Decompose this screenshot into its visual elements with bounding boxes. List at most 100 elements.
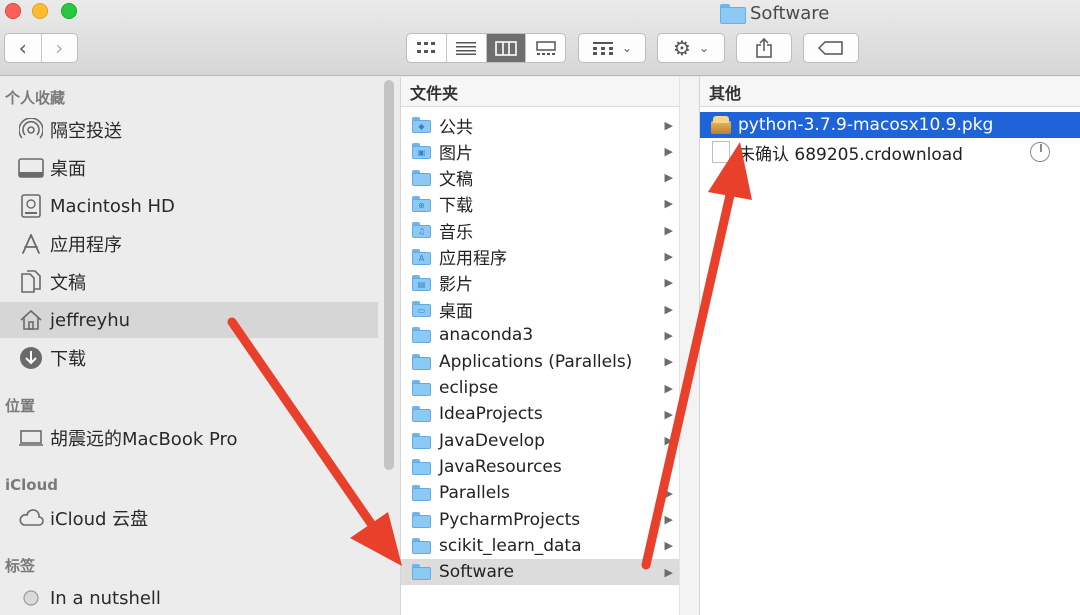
favorites-header: 个人收藏: [5, 89, 66, 107]
sidebar-item-label: 胡震远的MacBook Pro: [50, 429, 238, 450]
column-header: 文件夹: [401, 77, 679, 107]
group-by-button[interactable]: ⌄: [578, 33, 646, 63]
folder-row[interactable]: 文稿 ▶: [401, 165, 679, 191]
folder-name: anaconda3: [439, 325, 534, 346]
folder-row[interactable]: JavaResources ▶: [401, 454, 679, 480]
file-row-python-pkg[interactable]: python-3.7.9-macosx10.9.pkg: [700, 112, 1080, 138]
sidebar: 个人收藏 隔空投送 桌面 Macintosh HD 应用程序 文稿 jeffre…: [0, 77, 378, 615]
sidebar-item-downloads[interactable]: 下载: [0, 340, 378, 376]
airdrop-icon: [18, 117, 44, 143]
folder-row[interactable]: JavaDevelop ▶: [401, 428, 679, 454]
sidebar-item-label: 桌面: [50, 159, 86, 180]
folder-name: Applications (Parallels): [439, 351, 633, 372]
gear-icon: ⚙: [673, 36, 691, 60]
sidebar-scrollbar[interactable]: [384, 80, 394, 470]
chevron-down-icon: ⌄: [621, 41, 633, 55]
desktop-icon: [18, 155, 44, 181]
folder-row[interactable]: anaconda3 ▶: [401, 322, 679, 348]
sidebar-item-macbook-pro[interactable]: 胡震远的MacBook Pro: [0, 420, 378, 456]
folder-name: 图片: [439, 143, 473, 164]
sidebar-item-label: 下载: [50, 349, 86, 370]
disclosure-chevron-icon: ▶: [664, 513, 673, 526]
folder-icon: [412, 511, 431, 528]
folder-icon: [412, 169, 431, 186]
share-button[interactable]: [736, 33, 792, 63]
cloud-icon: [18, 505, 44, 531]
disclosure-chevron-icon: ▶: [664, 276, 673, 290]
sidebar-item-label: Macintosh HD: [50, 195, 175, 217]
disclosure-chevron-icon: ▶: [664, 250, 673, 263]
sidebar-item-label: In a nutshell: [50, 587, 161, 609]
folder-name: Software: [439, 562, 514, 583]
disclosure-chevron-icon: ▶: [664, 302, 673, 316]
column-folders: 文件夹 ◆ 公共 ▶ ▣ 图片 ▶ 文稿 ▶ ⊕ 下载 ▶ ♫ 音乐 ▶ A 应用程序 ▶ ▤ 影片 ▶ ▭ 桌面 ▶ ana…: [400, 77, 679, 615]
back-button[interactable]: ‹: [5, 34, 42, 62]
documents-icon: [18, 269, 44, 295]
sidebar-item-applications[interactable]: 应用程序: [0, 226, 378, 262]
sidebar-item-label: jeffreyhu: [50, 309, 131, 331]
folder-row[interactable]: Parallels ▶: [401, 480, 679, 506]
view-mode-selector: [406, 33, 566, 63]
tags-header: 标签: [5, 557, 36, 575]
folder-icon: ▣: [412, 143, 431, 160]
tag-circle-icon: [18, 585, 44, 611]
icon-view-button[interactable]: [407, 34, 447, 62]
disclosure-chevron-icon: ▶: [664, 407, 673, 421]
window-toolbar: Software ‹ › ⌄ ⚙ ⌄: [0, 0, 1080, 76]
folder-row[interactable]: ⊕ 下载 ▶: [401, 191, 679, 217]
folder-name: 桌面: [439, 301, 473, 322]
folder-row[interactable]: ◆ 公共 ▶: [401, 112, 679, 138]
icloud-header: iCloud: [5, 476, 59, 494]
hard-drive-icon: [18, 193, 44, 219]
gallery-view-button[interactable]: [526, 34, 565, 62]
forward-button[interactable]: ›: [42, 34, 78, 62]
sidebar-item-home[interactable]: jeffreyhu: [0, 302, 378, 338]
tag-button[interactable]: [803, 33, 859, 63]
file-row-crdownload[interactable]: 未确认 689205.crdownload: [700, 139, 1080, 165]
folder-row[interactable]: eclipse ▶: [401, 375, 679, 401]
folder-icon: [412, 537, 431, 554]
sidebar-item-desktop[interactable]: 桌面: [0, 150, 378, 186]
folder-row[interactable]: ▤ 影片 ▶: [401, 270, 679, 296]
sidebar-item-tag[interactable]: In a nutshell: [0, 580, 378, 615]
folder-name: 公共: [439, 117, 473, 138]
folder-row[interactable]: Software ▶: [401, 559, 679, 586]
folder-row[interactable]: scikit_learn_data ▶: [401, 533, 679, 559]
sidebar-item-label: 应用程序: [50, 235, 122, 256]
sidebar-item-airdrop[interactable]: 隔空投送: [0, 112, 378, 148]
column-view-button[interactable]: [486, 34, 527, 62]
sidebar-item-icloud-drive[interactable]: iCloud 云盘: [0, 500, 378, 536]
action-menu-button[interactable]: ⚙ ⌄: [657, 33, 725, 63]
minimize-window-button[interactable]: [32, 3, 48, 19]
folder-icon: ♫: [412, 222, 431, 239]
folder-name: 下载: [439, 196, 473, 217]
folder-row[interactable]: ▭ 桌面 ▶: [401, 296, 679, 322]
disclosure-chevron-icon: ▶: [664, 328, 673, 342]
sidebar-item-label: 文稿: [50, 273, 86, 294]
column-divider[interactable]: [679, 77, 699, 615]
folder-row[interactable]: Applications (Parallels) ▶: [401, 349, 679, 375]
navigation-buttons: ‹ ›: [4, 33, 78, 63]
disclosure-chevron-icon: ▶: [664, 486, 673, 500]
folder-row[interactable]: ▣ 图片 ▶: [401, 138, 679, 164]
disclosure-chevron-icon: ▶: [664, 355, 673, 369]
disclosure-chevron-icon: ▶: [664, 144, 673, 158]
zoom-window-button[interactable]: [61, 3, 77, 19]
folder-row[interactable]: A 应用程序 ▶: [401, 244, 679, 270]
folder-row[interactable]: ♫ 音乐 ▶: [401, 217, 679, 243]
folder-name: 文稿: [439, 170, 473, 191]
sidebar-item-label: 隔空投送: [50, 121, 122, 142]
list-view-button[interactable]: [447, 34, 487, 62]
sidebar-item-documents[interactable]: 文稿: [0, 264, 378, 300]
laptop-icon: [18, 425, 44, 451]
file-name: 未确认 689205.crdownload: [738, 144, 963, 165]
folder-icon: [412, 327, 431, 344]
document-icon: [712, 141, 730, 163]
folder-row[interactable]: IdeaProjects ▶: [401, 401, 679, 427]
folder-row[interactable]: PycharmProjects ▶: [401, 507, 679, 533]
folder-icon: ⊕: [412, 195, 431, 212]
sidebar-item-macintosh-hd[interactable]: Macintosh HD: [0, 188, 378, 224]
gallery-view-icon: [535, 40, 556, 55]
folder-icon: [720, 4, 746, 24]
close-window-button[interactable]: [5, 3, 21, 19]
